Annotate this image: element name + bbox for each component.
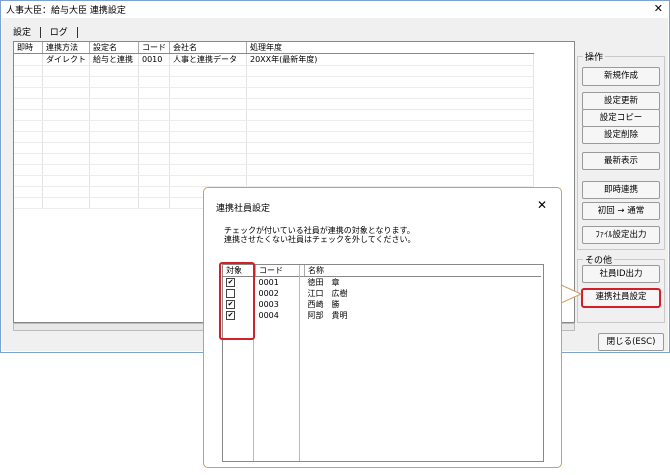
window-title: 人事大臣：給与大臣 連携設定 <box>6 6 126 16</box>
tab-bar: 設定 ログ <box>9 25 80 38</box>
empty-row <box>14 98 534 110</box>
table-cell: 20XX年(最新年度) <box>246 53 534 66</box>
col-immediate-header[interactable]: 即時 <box>14 42 43 54</box>
empty-row <box>14 65 534 77</box>
employee-name: 江口 広樹 <box>307 289 348 298</box>
file-setting-output-button[interactable]: ﾌｧｲﾙ設定出力 <box>582 226 660 244</box>
delete-setting-button[interactable]: 設定削除 <box>582 126 660 144</box>
employee-list[interactable]: 対象 コード 名称 ✔ 0001 徳田 章 0002 江口 広樹 ✔ 0003 … <box>222 264 544 462</box>
tab-log[interactable]: ログ <box>46 25 72 38</box>
table-cell: 人事と連携データ <box>169 53 247 66</box>
window-close-icon[interactable]: ✕ <box>654 2 663 15</box>
empty-row <box>14 153 534 165</box>
col-year-header[interactable]: 処理年度 <box>246 42 533 54</box>
dialog-message: チェックが付いている社員が連携の対象となります。 連携させたくない社員はチェック… <box>224 226 416 244</box>
update-setting-button[interactable]: 設定更新 <box>582 92 660 110</box>
col-method-header[interactable]: 連携方法 <box>42 42 90 54</box>
empty-row <box>14 164 534 176</box>
refresh-button[interactable]: 最新表示 <box>582 152 660 170</box>
employee-name: 西崎 勝 <box>307 300 340 309</box>
dialog-message-line: 連携させたくない社員はチェックを外してください。 <box>224 235 416 244</box>
table-cell <box>14 53 43 66</box>
tab-divider <box>39 27 41 38</box>
dialog-title: 連携社員設定 <box>216 204 271 214</box>
empty-row <box>14 175 534 187</box>
employee-code: 0001 <box>258 278 279 287</box>
col-code-header[interactable]: コード <box>255 265 305 277</box>
close-esc-button[interactable]: 閉じる(ESC) <box>598 333 664 351</box>
employee-code: 0004 <box>258 311 279 320</box>
employee-row[interactable]: ✔ 0001 徳田 章 <box>223 277 541 289</box>
empty-row <box>14 142 534 154</box>
employee-code: 0002 <box>258 289 279 298</box>
operations-group-label: 操作 <box>583 50 606 63</box>
empty-row <box>14 87 534 99</box>
employee-row[interactable]: ✔ 0003 西崎 勝 <box>223 299 541 310</box>
immediate-link-button[interactable]: 即時連携 <box>582 181 660 199</box>
tab-divider <box>76 27 78 38</box>
settings-table-header: 即時 連携方法 設定名 コード 会社名 処理年度 <box>14 42 533 54</box>
table-row[interactable]: ダイレクト 給与と連携 0010 人事と連携データ 20XX年(最新年度) <box>14 53 534 66</box>
employee-table: 対象 コード 名称 ✔ 0001 徳田 章 0002 江口 広樹 ✔ 0003 … <box>223 265 541 321</box>
employee-row[interactable]: 0002 江口 広樹 <box>223 288 541 299</box>
col-code-header[interactable]: コード <box>138 42 170 54</box>
first-to-normal-button[interactable]: 初回 → 通常 <box>582 202 660 220</box>
employee-name: 阿部 貴明 <box>307 311 348 320</box>
empty-row <box>14 131 534 143</box>
checkbox-column-highlight <box>219 262 255 340</box>
col-company-header[interactable]: 会社名 <box>169 42 247 54</box>
dialog-close-icon[interactable]: ✕ <box>537 198 547 212</box>
employee-code: 0003 <box>258 300 279 309</box>
table-cell: ダイレクト <box>42 53 90 66</box>
table-cell: 給与と連携 <box>89 53 139 66</box>
table-cell: 0010 <box>138 53 170 66</box>
settings-table: 即時 連携方法 設定名 コード 会社名 処理年度 ダイレクト 給与と連携 001… <box>14 42 534 209</box>
empty-row <box>14 76 534 88</box>
linked-employee-settings-button[interactable]: 連携社員設定 <box>581 288 661 308</box>
employee-name: 徳田 章 <box>307 278 340 287</box>
col-setting-name-header[interactable]: 設定名 <box>89 42 139 54</box>
empty-row <box>14 109 534 121</box>
col-name-header[interactable]: 名称 <box>304 265 541 277</box>
title-bar: 人事大臣：給与大臣 連携設定 ✕ <box>1 1 669 17</box>
column-divider <box>299 265 300 461</box>
employee-table-header: 対象 コード 名称 <box>223 265 541 277</box>
employee-row[interactable]: ✔ 0004 阿部 貴明 <box>223 310 541 321</box>
tab-settings[interactable]: 設定 <box>9 25 35 38</box>
linked-employees-dialog: 連携社員設定 ✕ チェックが付いている社員が連携の対象となります。 連携させたく… <box>203 187 562 468</box>
employee-id-output-button[interactable]: 社員ID出力 <box>582 265 660 283</box>
new-button[interactable]: 新規作成 <box>582 67 660 86</box>
copy-setting-button[interactable]: 設定コピー <box>582 109 660 127</box>
dialog-message-line: チェックが付いている社員が連携の対象となります。 <box>224 226 415 235</box>
empty-row <box>14 120 534 132</box>
